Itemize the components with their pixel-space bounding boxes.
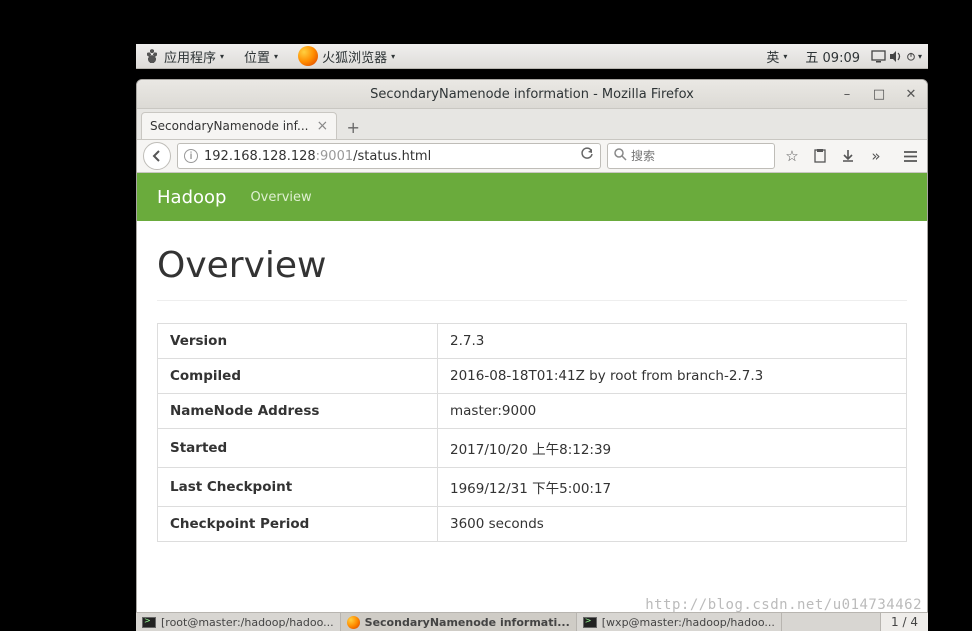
pager-label: 1 / 4 bbox=[891, 615, 918, 629]
firefox-icon bbox=[347, 616, 360, 629]
terminal-icon bbox=[142, 617, 156, 628]
table-row: Last Checkpoint1969/12/31 下午5:00:17 bbox=[158, 468, 907, 507]
table-row: Version2.7.3 bbox=[158, 324, 907, 359]
tab-close-button[interactable]: × bbox=[316, 118, 328, 134]
table-row: Compiled2016-08-18T01:41Z by root from b… bbox=[158, 359, 907, 394]
firefox-label: 火狐浏览器 bbox=[322, 47, 387, 66]
row-value: 2016-08-18T01:41Z by root from branch-2.… bbox=[438, 359, 907, 394]
hamburger-icon bbox=[903, 150, 918, 163]
workspace-pager[interactable]: 1 / 4 bbox=[880, 613, 928, 631]
url-port: :9001 bbox=[316, 149, 353, 164]
close-button[interactable]: ✕ bbox=[903, 86, 919, 102]
window-title: SecondaryNamenode information - Mozilla … bbox=[370, 87, 694, 102]
row-key: Compiled bbox=[158, 359, 438, 394]
table-row: Checkpoint Period3600 seconds bbox=[158, 507, 907, 542]
terminal-icon bbox=[583, 617, 597, 628]
download-icon bbox=[841, 149, 855, 163]
firefox-menu[interactable]: 火狐浏览器 ▾ bbox=[290, 46, 403, 66]
clipboard-icon bbox=[813, 149, 827, 163]
brand-label[interactable]: Hadoop bbox=[157, 187, 226, 208]
overflow-button[interactable]: » bbox=[865, 147, 887, 165]
chevron-down-icon: ▾ bbox=[783, 52, 787, 61]
row-key: Started bbox=[158, 429, 438, 468]
search-icon bbox=[614, 148, 627, 165]
chevron-down-icon: ▾ bbox=[918, 52, 922, 61]
reload-icon bbox=[580, 147, 594, 161]
url-path: /status.html bbox=[353, 149, 431, 164]
tab-label: SecondaryNamenode inf... bbox=[150, 119, 308, 133]
panel-left: 应用程序 ▾ 位置 ▾ 火狐浏览器 ▾ bbox=[136, 46, 403, 66]
row-value: 2017/10/20 上午8:12:39 bbox=[438, 429, 907, 468]
window-titlebar[interactable]: SecondaryNamenode information - Mozilla … bbox=[137, 80, 927, 109]
url-text: 192.168.128.128:9001/status.html bbox=[204, 149, 574, 164]
url-host: 192.168.128.128 bbox=[204, 149, 316, 164]
downloads-button[interactable] bbox=[837, 149, 859, 163]
info-table: Version2.7.3Compiled2016-08-18T01:41Z by… bbox=[157, 323, 907, 542]
page-heading: Overview bbox=[157, 245, 907, 286]
hadoop-navbar: Hadoop Overview bbox=[137, 173, 927, 221]
table-row: NameNode Addressmaster:9000 bbox=[158, 394, 907, 429]
arrow-left-icon bbox=[150, 149, 164, 163]
task-label: [wxp@master:/hadoop/hadoo... bbox=[602, 616, 775, 629]
row-key: Version bbox=[158, 324, 438, 359]
task-label: SecondaryNamenode informati... bbox=[365, 616, 570, 629]
maximize-button[interactable]: □ bbox=[871, 86, 887, 102]
reload-button[interactable] bbox=[580, 147, 594, 165]
library-button[interactable] bbox=[809, 149, 831, 163]
firefox-icon bbox=[298, 46, 318, 66]
task-terminal-1[interactable]: [root@master:/hadoop/hadoo... bbox=[136, 613, 341, 631]
task-terminal-2[interactable]: [wxp@master:/hadoop/hadoo... bbox=[577, 613, 782, 631]
page-content: Hadoop Overview Overview Version2.7.3Com… bbox=[137, 173, 927, 616]
power-icon[interactable]: ▾ bbox=[906, 48, 922, 64]
ime-indicator[interactable]: 英 ▾ bbox=[758, 47, 795, 66]
minimize-button[interactable]: – bbox=[839, 86, 855, 102]
panel-right: 英 ▾ 五 09:09 ▾ bbox=[758, 47, 928, 66]
applications-label: 应用程序 bbox=[164, 47, 216, 66]
task-label: [root@master:/hadoop/hadoo... bbox=[161, 616, 334, 629]
bookmark-button[interactable]: ☆ bbox=[781, 147, 803, 165]
row-key: Last Checkpoint bbox=[158, 468, 438, 507]
clock-label: 五 09:09 bbox=[805, 47, 860, 66]
places-label: 位置 bbox=[244, 47, 270, 66]
chevron-down-icon: ▾ bbox=[391, 52, 395, 61]
firefox-window: SecondaryNamenode information - Mozilla … bbox=[136, 79, 928, 617]
tab-bar: SecondaryNamenode inf... × + bbox=[137, 109, 927, 140]
gnome-top-panel: 应用程序 ▾ 位置 ▾ 火狐浏览器 ▾ 英 ▾ 五 09:09 ▾ bbox=[136, 44, 928, 69]
clock[interactable]: 五 09:09 bbox=[797, 47, 868, 66]
row-key: Checkpoint Period bbox=[158, 507, 438, 542]
new-tab-button[interactable]: + bbox=[339, 115, 367, 139]
menu-button[interactable] bbox=[899, 150, 921, 163]
display-icon[interactable] bbox=[870, 48, 886, 64]
back-button[interactable] bbox=[143, 142, 171, 170]
nav-toolbar: i 192.168.128.128:9001/status.html ☆ » bbox=[137, 140, 927, 173]
search-input[interactable] bbox=[631, 149, 781, 163]
window-list-panel: [root@master:/hadoop/hadoo... SecondaryN… bbox=[136, 612, 928, 631]
table-row: Started2017/10/20 上午8:12:39 bbox=[158, 429, 907, 468]
chevron-down-icon: ▾ bbox=[274, 52, 278, 61]
info-icon[interactable]: i bbox=[184, 149, 198, 163]
ime-label: 英 bbox=[766, 47, 779, 66]
places-menu[interactable]: 位置 ▾ bbox=[236, 47, 286, 66]
chevron-down-icon: ▾ bbox=[220, 52, 224, 61]
divider bbox=[157, 300, 907, 301]
gnome-icon bbox=[144, 48, 160, 64]
url-bar[interactable]: i 192.168.128.128:9001/status.html bbox=[177, 143, 601, 169]
row-key: NameNode Address bbox=[158, 394, 438, 429]
task-firefox[interactable]: SecondaryNamenode informati... bbox=[341, 613, 577, 631]
applications-menu[interactable]: 应用程序 ▾ bbox=[136, 47, 232, 66]
browser-tab[interactable]: SecondaryNamenode inf... × bbox=[141, 112, 337, 139]
row-value: 2.7.3 bbox=[438, 324, 907, 359]
row-value: 3600 seconds bbox=[438, 507, 907, 542]
window-controls: – □ ✕ bbox=[839, 86, 919, 102]
volume-icon[interactable] bbox=[888, 48, 904, 64]
nav-overview-link[interactable]: Overview bbox=[250, 190, 311, 205]
row-value: master:9000 bbox=[438, 394, 907, 429]
search-box[interactable] bbox=[607, 143, 775, 169]
row-value: 1969/12/31 下午5:00:17 bbox=[438, 468, 907, 507]
page-body: Overview Version2.7.3Compiled2016-08-18T… bbox=[137, 221, 927, 566]
